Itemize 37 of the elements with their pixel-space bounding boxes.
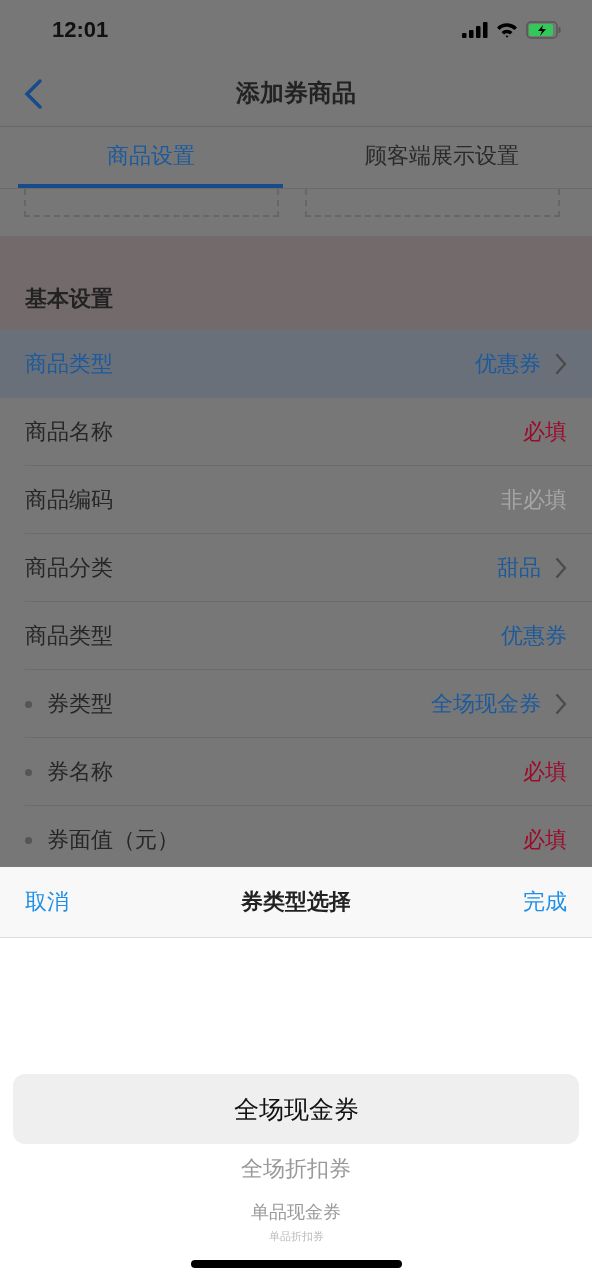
row-label: 商品编码 <box>25 486 113 514</box>
picker-option[interactable]: 单品折扣券 <box>268 1229 324 1244</box>
picker-option[interactable]: 全场现金券 <box>13 1074 579 1144</box>
status-time: 12:01 <box>52 17 109 43</box>
picker-option[interactable]: 全场折扣券 <box>241 1154 351 1184</box>
form-row[interactable]: 券类型 全场现金券 <box>0 670 592 738</box>
form-row[interactable]: 券名称 必填 <box>0 738 592 806</box>
row-label: 券名称 <box>47 758 113 786</box>
row-label: 券面值（元） <box>47 826 179 854</box>
row-label: 商品分类 <box>25 554 113 582</box>
chevron-right-icon <box>555 693 567 715</box>
row-label: 商品类型 <box>25 350 113 378</box>
page-title: 添加券商品 <box>236 78 356 109</box>
row-value: 优惠券 <box>475 350 541 378</box>
picker-title: 券类型选择 <box>240 888 352 916</box>
form-row[interactable]: 商品名称 必填 <box>0 398 592 466</box>
row-label: 券类型 <box>47 690 113 718</box>
form-row[interactable]: 商品类型 优惠券 <box>0 602 592 670</box>
row-value: 优惠券 <box>501 622 567 650</box>
wifi-icon <box>496 22 518 38</box>
battery-icon <box>526 21 562 39</box>
row-value: 必填 <box>523 758 567 786</box>
row-value: 必填 <box>523 826 567 854</box>
row-label: 商品名称 <box>25 418 113 446</box>
section-title: 基本设置 <box>25 285 113 313</box>
done-button[interactable]: 完成 <box>523 887 567 917</box>
row-value: 甜品 <box>497 554 541 582</box>
row-label: 商品类型 <box>25 622 113 650</box>
row-value: 全场现金券 <box>431 690 541 718</box>
tab[interactable]: 顾客端展示设置 <box>309 127 574 188</box>
picker-option[interactable]: 单品现金券 <box>251 1200 341 1224</box>
chevron-right-icon <box>555 557 567 579</box>
signal-icon <box>462 22 488 38</box>
form-row[interactable]: 商品分类 甜品 <box>0 534 592 602</box>
row-value: 必填 <box>523 418 567 446</box>
cancel-button[interactable]: 取消 <box>25 887 69 917</box>
chevron-right-icon <box>555 353 567 375</box>
